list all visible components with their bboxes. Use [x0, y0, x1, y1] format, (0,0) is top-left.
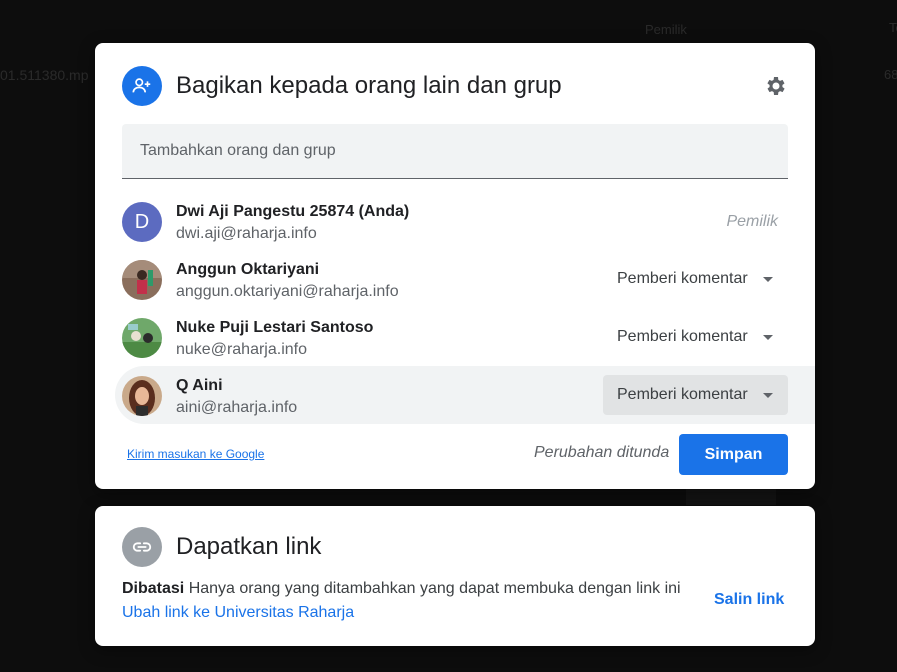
- get-link-title: Dapatkan link: [176, 533, 322, 560]
- role-dropdown-label: Pemberi komentar: [617, 270, 748, 287]
- caret-down-icon: [763, 276, 773, 282]
- role-dropdown-label: Pemberi komentar: [617, 386, 748, 403]
- avatar: [122, 376, 162, 416]
- role-dropdown[interactable]: Pemberi komentar: [603, 259, 788, 299]
- person-name: Q Aini: [176, 377, 223, 394]
- role-dropdown-label: Pemberi komentar: [617, 328, 748, 345]
- person-email: anggun.oktariyani@raharja.info: [176, 283, 399, 300]
- gear-icon[interactable]: [763, 74, 787, 98]
- person-row: Q Aini aini@raharja.info Pemberi komenta…: [115, 366, 815, 424]
- person-name: Dwi Aji Pangestu 25874 (Anda): [176, 203, 410, 220]
- add-person-icon: [122, 66, 162, 106]
- person-name: Nuke Puji Lestari Santoso: [176, 319, 374, 336]
- person-row: Nuke Puji Lestari Santoso nuke@raharja.i…: [95, 308, 815, 366]
- save-button[interactable]: Simpan: [679, 434, 788, 475]
- background-column-text: Te: [889, 20, 897, 35]
- restricted-label: Dibatasi: [122, 580, 185, 597]
- avatar: [122, 318, 162, 358]
- add-people-input[interactable]: [122, 124, 788, 179]
- background-owner-column: Pemilik: [645, 22, 687, 37]
- get-link-dialog: Dapatkan link Dibatasi Hanya orang yang …: [95, 506, 815, 646]
- person-email: aini@raharja.info: [176, 399, 298, 416]
- role-dropdown[interactable]: Pemberi komentar: [603, 375, 788, 415]
- role-dropdown[interactable]: Pemberi komentar: [603, 317, 788, 357]
- caret-down-icon: [763, 392, 773, 398]
- background-file-name: 01.511380.mp: [0, 67, 89, 83]
- person-row: Anggun Oktariyani anggun.oktariyani@raha…: [95, 250, 815, 308]
- share-dialog-title: Bagikan kepada orang lain dan grup: [176, 72, 562, 99]
- pending-changes-text: Perubahan ditunda: [534, 444, 670, 461]
- person-email: nuke@raharja.info: [176, 341, 307, 358]
- role-owner-label: Pemilik: [726, 213, 778, 230]
- send-feedback-link[interactable]: Kirim masukan ke Google: [127, 447, 264, 461]
- avatar: [122, 260, 162, 300]
- copy-link-button[interactable]: Salin link: [714, 591, 784, 609]
- background-thumbnail: [686, 489, 776, 505]
- person-row-owner: D Dwi Aji Pangestu 25874 (Anda) dwi.aji@…: [95, 192, 815, 250]
- caret-down-icon: [763, 334, 773, 340]
- restricted-description: Hanya orang yang ditambahkan yang dapat …: [188, 580, 681, 597]
- avatar: D: [122, 202, 162, 242]
- link-restriction-text: Dibatasi Hanya orang yang ditambahkan ya…: [122, 580, 681, 598]
- person-email: dwi.aji@raharja.info: [176, 225, 317, 242]
- change-link-scope[interactable]: Ubah link ke Universitas Raharja: [122, 604, 354, 622]
- person-name: Anggun Oktariyani: [176, 261, 320, 278]
- share-dialog: Bagikan kepada orang lain dan grup D Dwi…: [95, 43, 815, 489]
- link-icon: [122, 527, 162, 567]
- background-column-text: 68: [884, 67, 897, 82]
